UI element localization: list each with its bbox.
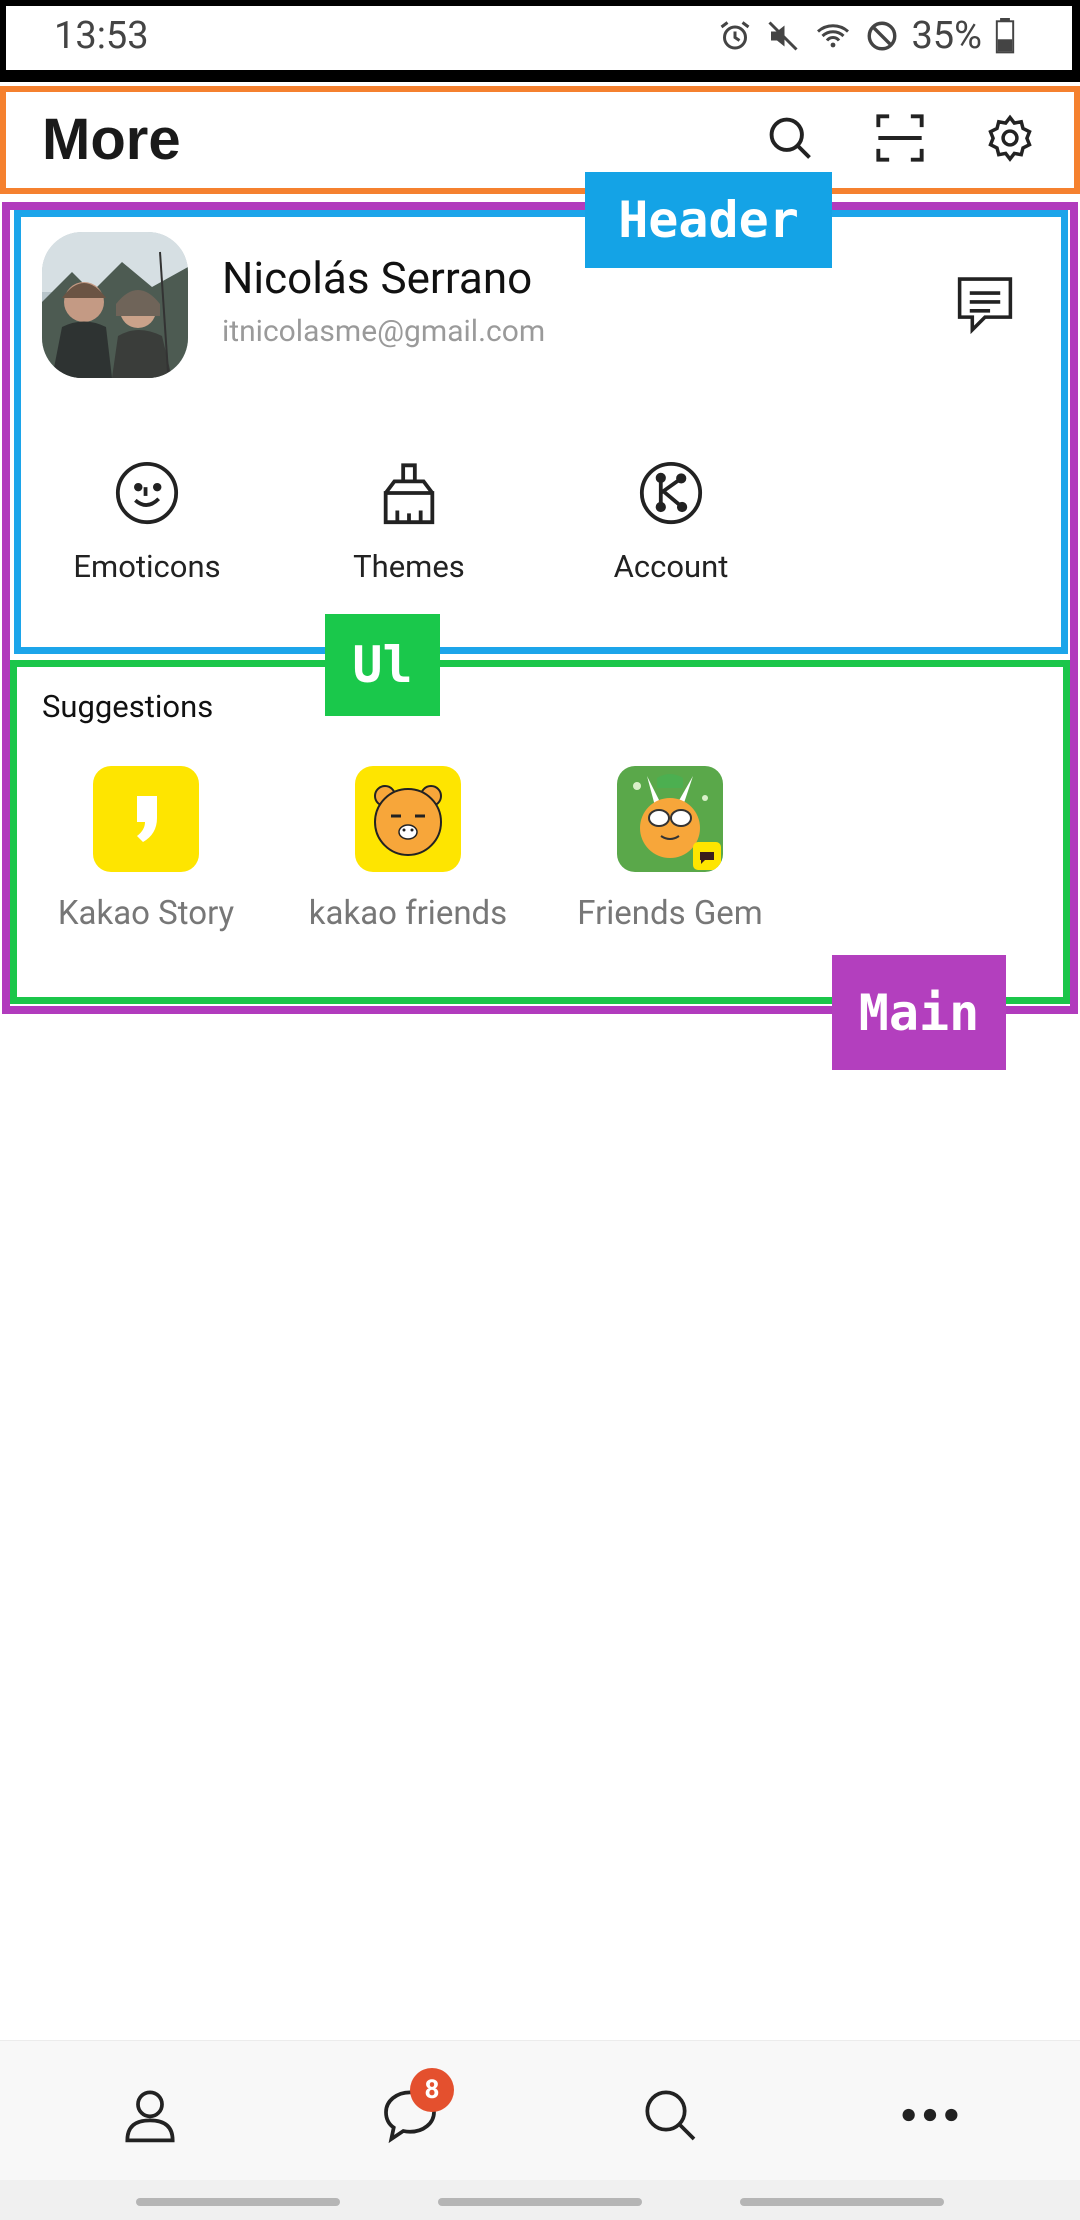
- alarm-icon: [721, 21, 750, 50]
- settings-gear-icon: [988, 114, 1032, 162]
- suggestion-label: Friends Gem: [577, 894, 763, 933]
- avatar[interactable]: [42, 232, 188, 378]
- suggestion-kakao-story[interactable]: Kakao Story: [26, 766, 266, 933]
- quick-action-label: Themes: [353, 548, 465, 585]
- do-not-disturb-icon: [868, 21, 897, 51]
- quick-action-label: Account: [613, 548, 729, 585]
- battery-icon: [995, 18, 1015, 54]
- scan-button[interactable]: [872, 110, 928, 166]
- quick-action-label: Emoticons: [73, 548, 221, 585]
- status-bar-inner: 13:53 35%: [6, 6, 1072, 70]
- mute-icon: [768, 21, 799, 51]
- nav-more[interactable]: [898, 2083, 962, 2147]
- suggestions-title: Suggestions: [42, 688, 214, 725]
- paintbrush-icon: [383, 463, 435, 525]
- wifi-icon: [817, 24, 850, 48]
- nav-search[interactable]: [638, 2083, 702, 2147]
- search-icon: [645, 2090, 696, 2141]
- more-screen: 13:53 35% More Nicolás Serrano itnicolas…: [0, 0, 1080, 2220]
- bottom-navigation: [0, 2040, 1080, 2180]
- message-icon: [957, 277, 1013, 335]
- quick-action-emoticons[interactable]: Emoticons: [52, 458, 242, 585]
- profile-email: itnicolasme@gmail.com: [222, 314, 546, 349]
- profile-message-button[interactable]: [954, 274, 1016, 340]
- search-button[interactable]: [762, 110, 818, 166]
- kakao-story-app-icon: [93, 766, 199, 872]
- nav-friends[interactable]: [118, 2083, 182, 2147]
- scan-icon: [876, 114, 924, 162]
- gesture-pill[interactable]: [136, 2198, 340, 2206]
- kakao-account-icon: [639, 461, 703, 525]
- app-bar-actions: [762, 110, 1038, 166]
- header-annotation-tag: Header: [585, 172, 832, 268]
- battery-percent: 35%: [911, 14, 982, 58]
- ul-annotation-tag: Ul: [325, 614, 440, 716]
- status-bar: 13:53 35%: [0, 0, 1080, 82]
- kakao-friends-app-icon: [355, 766, 461, 872]
- quick-action-account[interactable]: Account: [576, 458, 766, 585]
- status-icons: 35%: [717, 14, 1016, 58]
- suggestion-kakao-friends[interactable]: kakao friends: [288, 766, 528, 933]
- quick-action-themes[interactable]: Themes: [314, 458, 504, 585]
- more-dots-icon: [902, 2108, 958, 2122]
- gesture-pill[interactable]: [740, 2198, 944, 2206]
- status-time: 13:53: [54, 14, 149, 58]
- suggestion-label: kakao friends: [308, 894, 508, 933]
- main-annotation-tag: Main: [832, 955, 1006, 1070]
- suggestion-friends-gem[interactable]: Friends Gem: [550, 766, 790, 933]
- settings-button[interactable]: [982, 110, 1038, 166]
- search-icon: [769, 117, 811, 159]
- page-title: More: [42, 107, 181, 172]
- system-gesture-bar: [0, 2180, 1080, 2220]
- app-bar: More: [0, 86, 1080, 194]
- friends-gem-app-icon: [617, 766, 723, 872]
- suggestion-label: Kakao Story: [57, 894, 235, 933]
- chat-unread-badge: 8: [410, 2068, 454, 2112]
- emoticon-smile-icon: [115, 461, 179, 525]
- profile-name[interactable]: Nicolás Serrano: [222, 252, 532, 304]
- friends-person-icon: [125, 2090, 175, 2143]
- gesture-pill[interactable]: [438, 2198, 642, 2206]
